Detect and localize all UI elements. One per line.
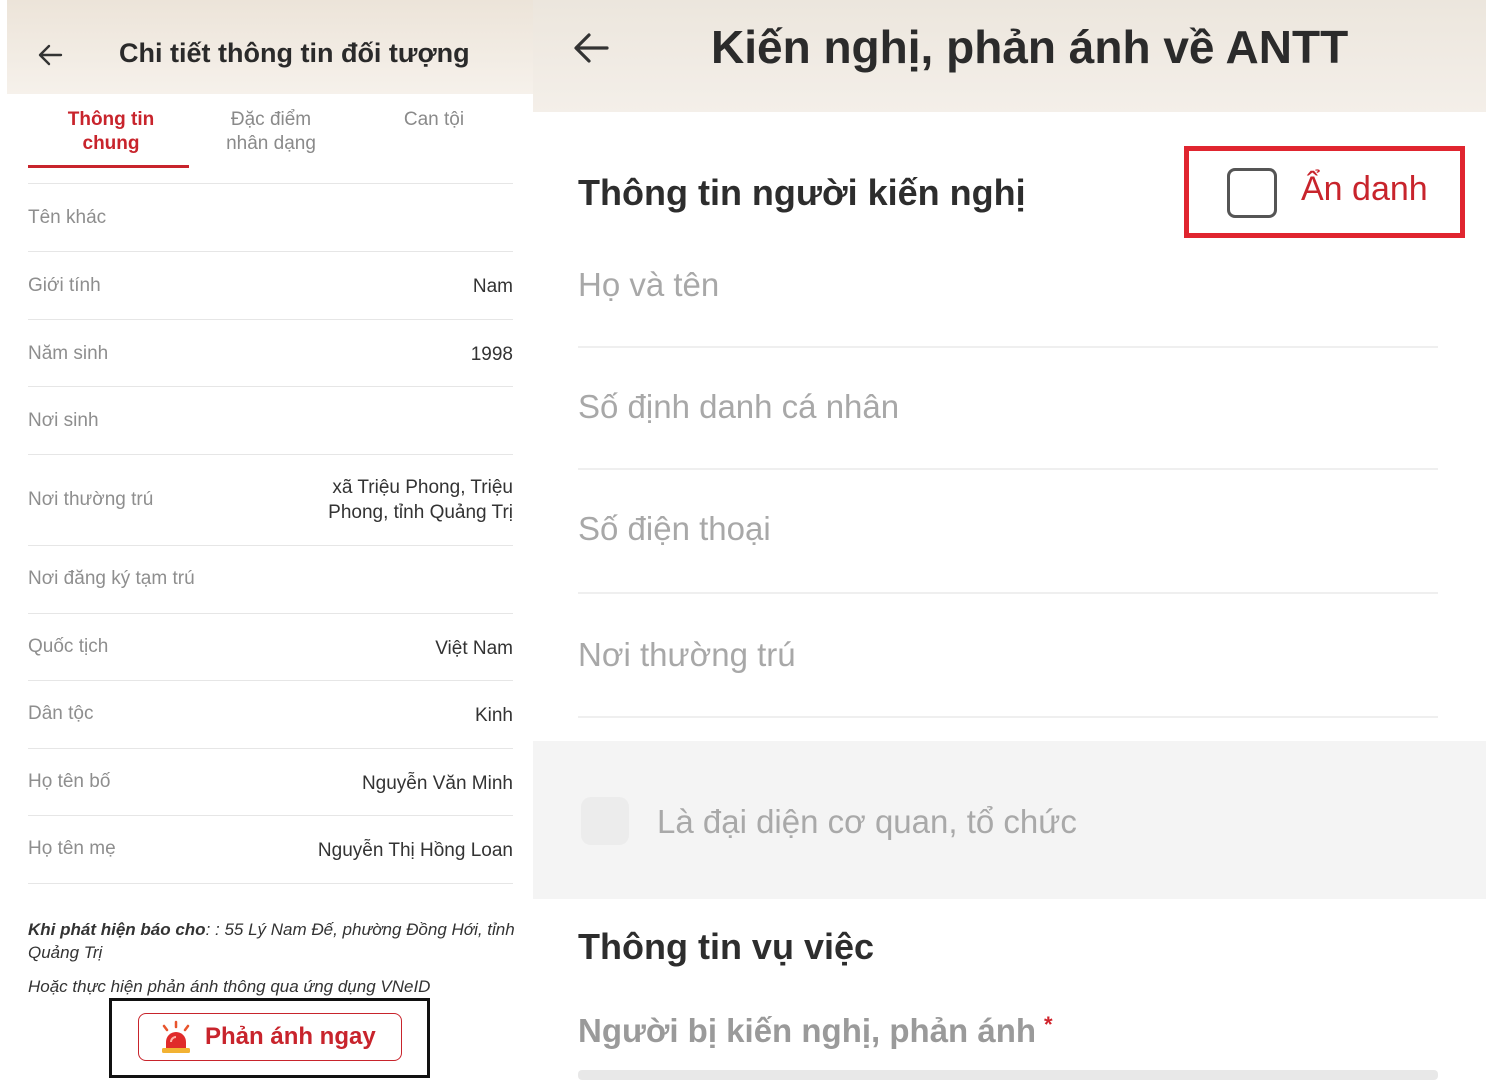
info-row-birthplace: Nơi sinh <box>28 387 513 455</box>
info-row-permanent-residence: Nơi thường trú xã Triệu Phong, Triệu Pho… <box>28 455 513 546</box>
left-header: Chi tiết thông tin đối tượng <box>7 0 533 94</box>
info-row-mother-name: Họ tên mẹ Nguyễn Thị Hồng Loan <box>28 816 513 884</box>
info-row-ethnicity: Dân tộc Kinh <box>28 681 513 749</box>
right-panel-feedback-form: Kiến nghị, phản ánh về ANTT Thông tin ng… <box>533 0 1486 1080</box>
info-row-gender: Giới tính Nam <box>28 252 513 320</box>
info-row-other-name: Tên khác <box>28 184 513 252</box>
anonymous-checkbox[interactable] <box>1227 168 1277 218</box>
info-row-birth-year: Năm sinh 1998 <box>28 320 513 387</box>
section-case-info-title: Thông tin vụ việc <box>578 926 875 967</box>
respondent-field-label: Người bị kiến nghị, phản ánh * <box>578 1012 1053 1049</box>
anonymous-label[interactable]: Ẩn danh <box>1301 170 1428 209</box>
personal-id-input[interactable]: Số định danh cá nhân <box>578 348 1438 470</box>
respondent-input[interactable] <box>578 1070 1438 1080</box>
info-row-nationality: Quốc tịch Việt Nam <box>28 614 513 681</box>
form-title: Kiến nghị, phản ánh về ANTT <box>711 21 1349 73</box>
full-name-input[interactable]: Họ và tên <box>578 240 1438 348</box>
organization-representative-label[interactable]: Là đại diện cơ quan, tổ chức <box>657 803 1077 841</box>
report-now-button[interactable]: Phản ánh ngay <box>138 1013 402 1061</box>
permanent-residence-input[interactable]: Nơi thường trú <box>578 594 1438 718</box>
organization-representative-block: Là đại diện cơ quan, tổ chức <box>533 741 1486 899</box>
required-mark: * <box>1044 1012 1053 1037</box>
active-tab-indicator <box>28 165 189 168</box>
left-panel-detail-screen: Chi tiết thông tin đối tượng Thông tin c… <box>0 0 533 1080</box>
report-contact-notice: Khi phát hiện báo cho: : 55 Lý Nam Đế, p… <box>28 920 515 962</box>
page-title: Chi tiết thông tin đối tượng <box>119 38 470 68</box>
back-arrow-icon[interactable] <box>571 28 611 68</box>
tab-identifying-features[interactable]: Đặc điểm nhân dạng <box>204 108 338 156</box>
right-header: Kiến nghị, phản ánh về ANTT <box>533 0 1486 112</box>
siren-icon <box>162 1020 190 1053</box>
phone-number-input[interactable]: Số điện thoại <box>578 470 1438 594</box>
tab-general-info[interactable]: Thông tin chung <box>44 108 178 156</box>
vneid-notice: Hoặc thực hiện phản ánh thông qua ứng dụ… <box>28 977 431 996</box>
info-row-father-name: Họ tên bố Nguyễn Văn Minh <box>28 749 513 816</box>
back-arrow-icon[interactable] <box>37 40 63 70</box>
section-petitioner-info-title: Thông tin người kiến nghị <box>578 172 1026 213</box>
organization-representative-checkbox[interactable] <box>581 797 629 845</box>
tab-charges[interactable]: Can tội <box>370 108 498 132</box>
info-row-temporary-residence: Nơi đăng ký tạm trú <box>28 546 513 614</box>
